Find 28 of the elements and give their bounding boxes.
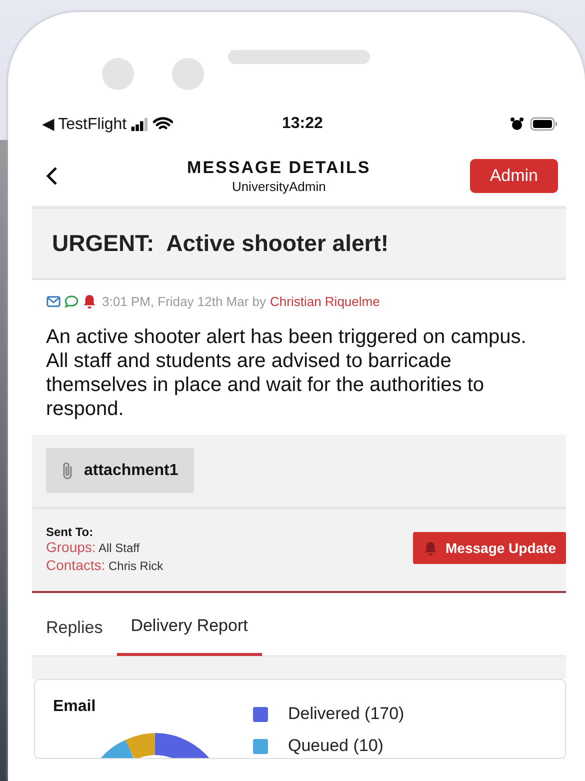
bell-icon bbox=[422, 540, 438, 556]
sent-to-heading: Sent To: bbox=[46, 525, 94, 539]
legend-label: Queued (10) bbox=[288, 736, 384, 756]
recipient-value: Chris Rick bbox=[107, 559, 164, 573]
status-time: 13:22 bbox=[281, 115, 324, 133]
camera-dot bbox=[172, 58, 204, 90]
back-to-app-link[interactable]: ◀ TestFlight bbox=[42, 114, 127, 134]
attachment-chip[interactable]: attachment1 bbox=[46, 448, 194, 493]
back-chevron-icon[interactable] bbox=[46, 166, 58, 186]
message-subject: URGENT: Active shooter alert! bbox=[52, 230, 390, 257]
camera-dot bbox=[102, 58, 134, 90]
message-update-button[interactable]: Message Update bbox=[412, 532, 566, 564]
author-link[interactable]: Christian Riquelme bbox=[270, 294, 380, 309]
battery-icon bbox=[530, 117, 558, 131]
recipient-label: Groups: bbox=[46, 539, 96, 555]
alarm-clock-icon bbox=[510, 117, 524, 131]
message-timestamp: 3:01 PM, Friday 12th Mar by bbox=[102, 294, 266, 309]
recipient-value: All Staff bbox=[97, 541, 140, 555]
wifi-icon bbox=[152, 117, 173, 131]
screen-subtitle: UniversityAdmin bbox=[230, 179, 327, 194]
signal-icon bbox=[130, 118, 149, 130]
chart-title: Email bbox=[53, 698, 97, 716]
legend-label: Delivered (170) bbox=[288, 704, 404, 724]
admin-button[interactable]: Admin bbox=[470, 159, 558, 193]
screen-title: MESSAGE DETAILS bbox=[186, 158, 372, 178]
recipient-label: Contacts: bbox=[46, 557, 106, 573]
message-body: An active shooter alert has been triggered on campus. All staff and students are advised to barricade themselves in place and wait for the authorities to respond. bbox=[45, 325, 528, 422]
tab[interactable]: Replies bbox=[32, 593, 117, 655]
